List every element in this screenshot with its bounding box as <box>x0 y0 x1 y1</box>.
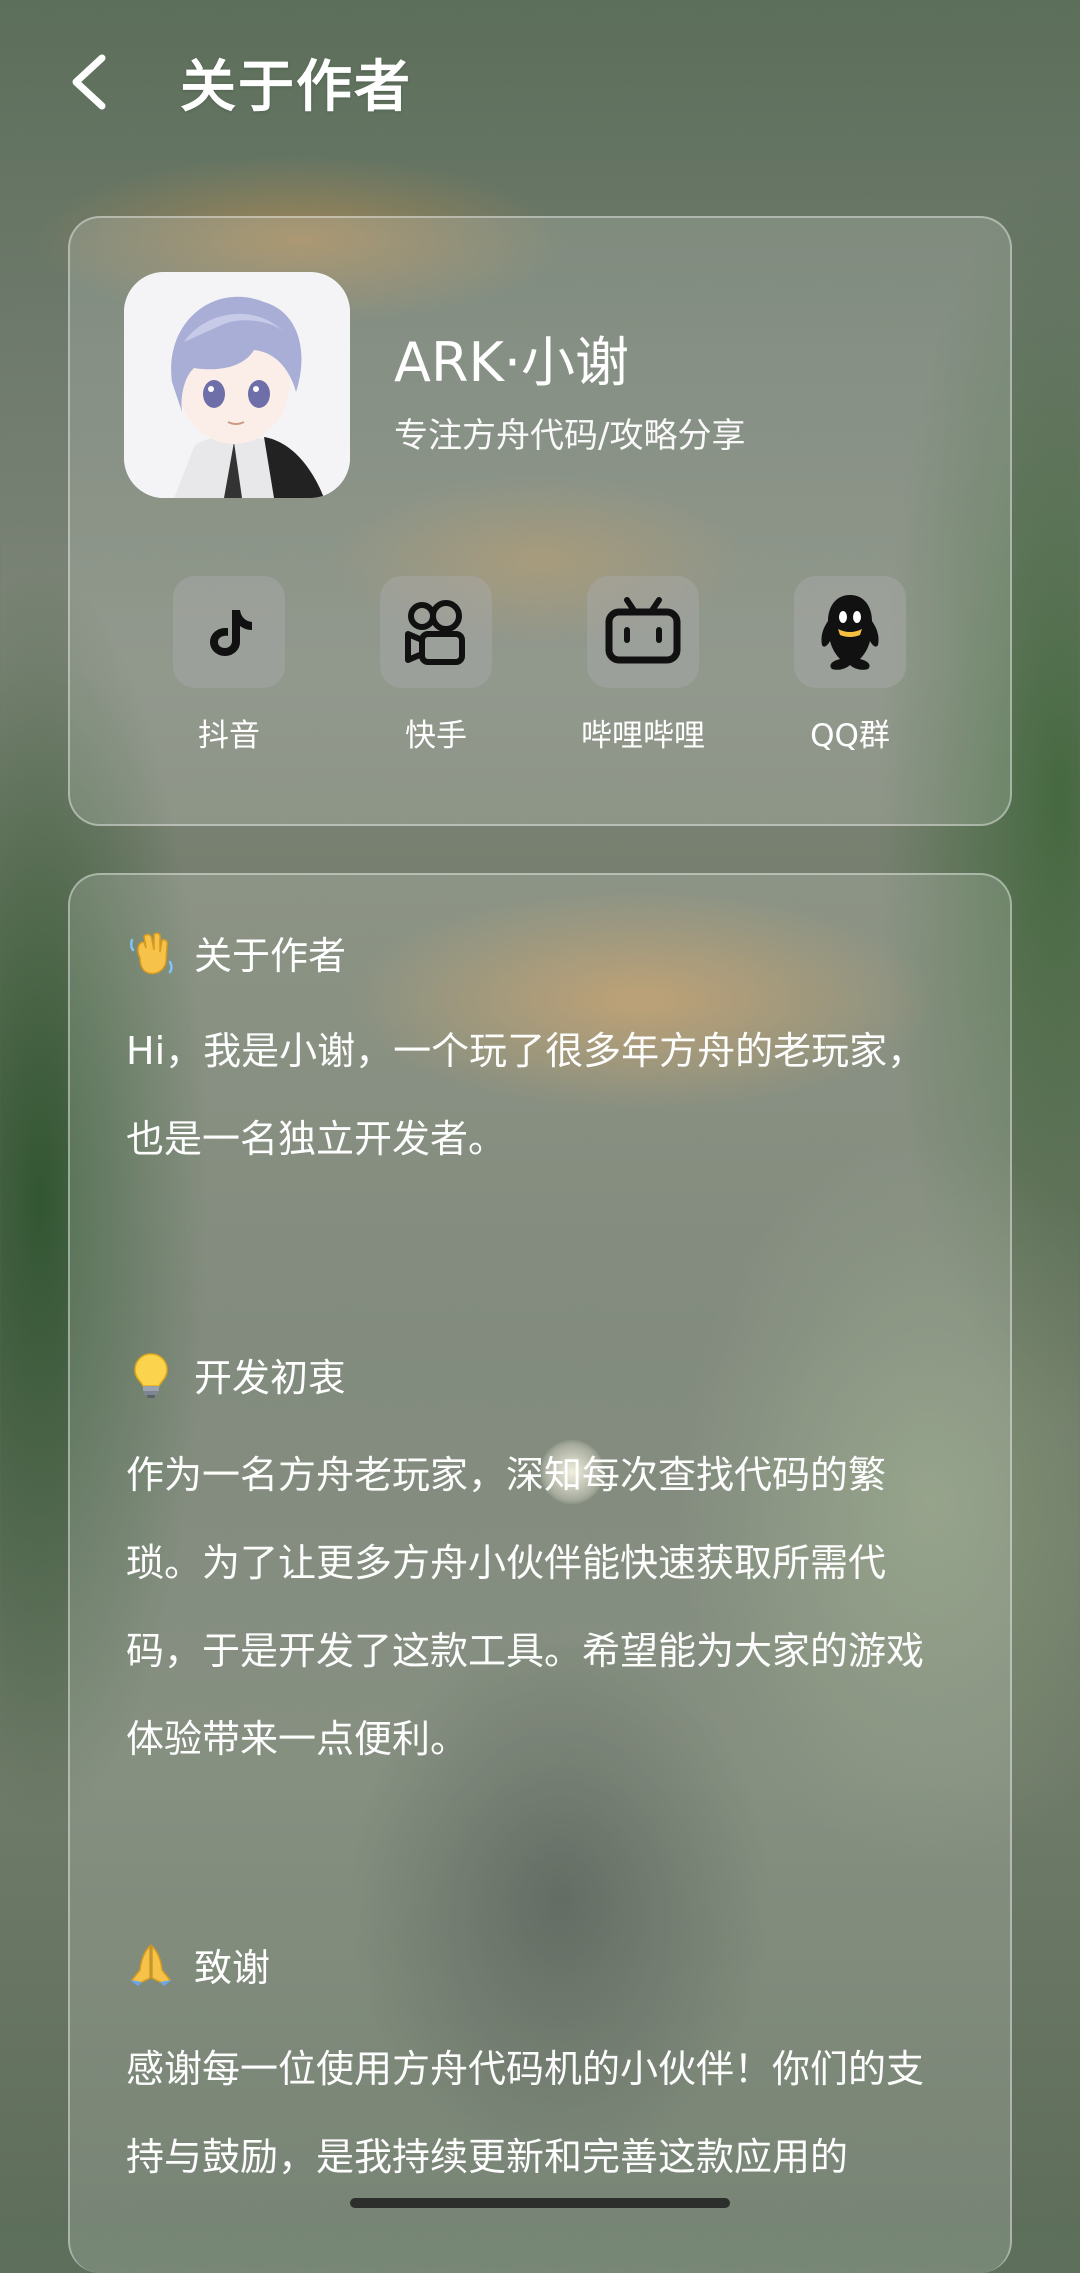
kuaishou-tile <box>380 576 492 688</box>
home-indicator[interactable] <box>350 2198 730 2208</box>
author-tagline: 专注方舟代码/攻略分享 <box>394 416 746 456</box>
avatar <box>124 272 350 498</box>
qq-tile <box>794 576 906 688</box>
top-bar: 关于作者 <box>0 0 1080 165</box>
section-header-thanks: 致谢 <box>126 1937 270 1992</box>
social-bilibili-button[interactable]: 哔哩哔哩 <box>563 576 723 755</box>
social-qq-button[interactable]: QQ群 <box>770 576 930 755</box>
social-label-qq: QQ群 <box>810 718 890 754</box>
bilibili-tile <box>587 576 699 688</box>
social-kuaishou-button[interactable]: 快手 <box>356 576 516 755</box>
section-text-thanks: 感谢每一位使用方舟代码机的小伙伴！你们的支持与鼓励，是我持续更新和完善这款应用的 <box>126 2047 925 2179</box>
social-douyin-button[interactable]: 抖音 <box>149 576 309 755</box>
bilibili-icon <box>605 597 681 664</box>
douyin-icon <box>210 610 252 656</box>
back-button[interactable] <box>62 50 122 114</box>
profile-card: ARK·小谢 专注方舟代码/攻略分享 抖音 快手 哔哩哔哩 QQ群 <box>68 216 1012 826</box>
about-card: 关于作者 Hi，我是小谢，一个玩了很多年方舟的老玩家，也是一名独立开发者。 开发… <box>68 873 1012 2273</box>
anime-boy-avatar-image <box>124 272 350 498</box>
social-label-bilibili: 哔哩哔哩 <box>581 718 705 754</box>
page-title: 关于作者 <box>180 55 412 120</box>
kuaishou-icon <box>405 600 465 665</box>
section-text-motivation: 作为一名方舟老玩家，深知每次查找代码的繁琐。为了让更多方舟小伙伴能快速获取所需代… <box>126 1453 925 1761</box>
chevron-left-icon <box>72 54 106 110</box>
folded-hands-emoji-icon <box>130 1943 172 1986</box>
social-label-kuaishou: 快手 <box>405 718 467 754</box>
social-label-douyin: 抖音 <box>198 718 260 754</box>
douyin-tile <box>173 576 285 688</box>
qq-icon <box>821 595 879 670</box>
section-text-about: Hi，我是小谢，一个玩了很多年方舟的老玩家，也是一名独立开发者。 <box>126 1029 926 1161</box>
light-bulb-emoji-icon <box>134 1352 168 1398</box>
section-heading-about: 关于作者 <box>194 934 347 978</box>
section-header-about: 关于作者 <box>126 925 346 980</box>
author-name: ARK·小谢 <box>394 331 630 394</box>
waving-hand-emoji-icon <box>129 931 173 974</box>
section-header-motivation: 开发初衷 <box>126 1347 346 1402</box>
section-heading-motivation: 开发初衷 <box>194 1356 347 1400</box>
section-heading-thanks: 致谢 <box>194 1946 271 1990</box>
